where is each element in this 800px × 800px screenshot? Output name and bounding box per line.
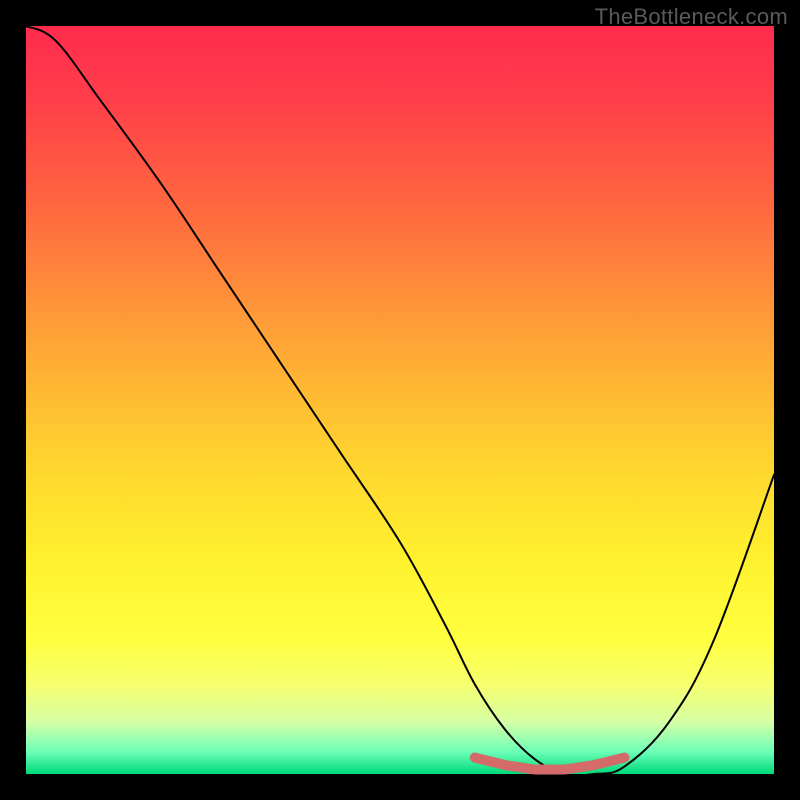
plot-area [26,26,774,774]
bottleneck-curve-path [26,26,774,776]
chart-frame: TheBottleneck.com [0,0,800,800]
chart-svg [26,26,774,774]
highlight-segment-path [475,758,625,770]
watermark-label: TheBottleneck.com [595,4,788,30]
